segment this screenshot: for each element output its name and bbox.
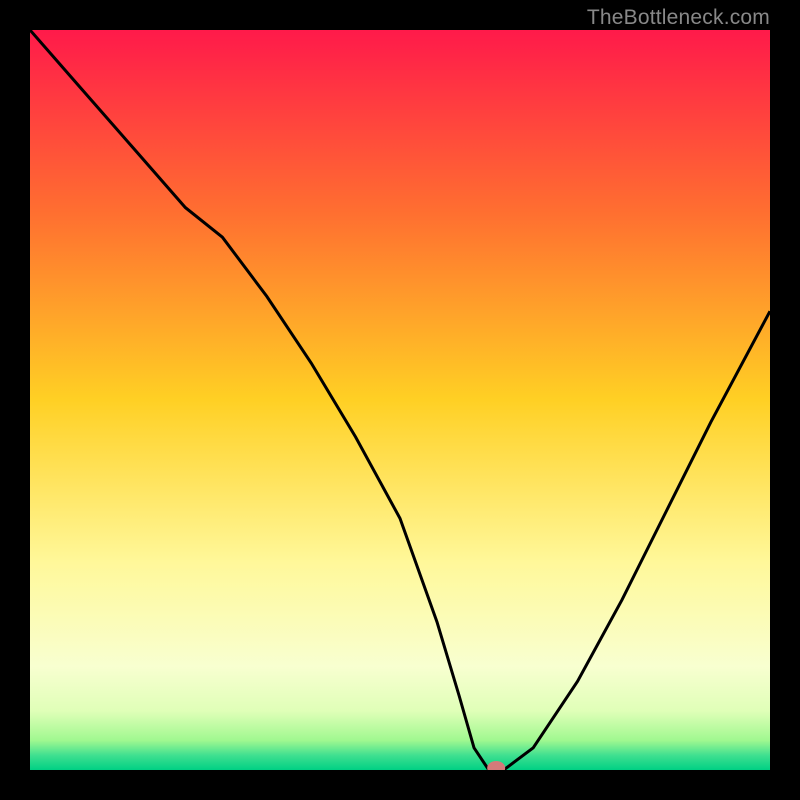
chart-container [30,30,770,770]
gradient-background [30,30,770,770]
bottleneck-chart [30,30,770,770]
watermark-text: TheBottleneck.com [587,6,770,30]
